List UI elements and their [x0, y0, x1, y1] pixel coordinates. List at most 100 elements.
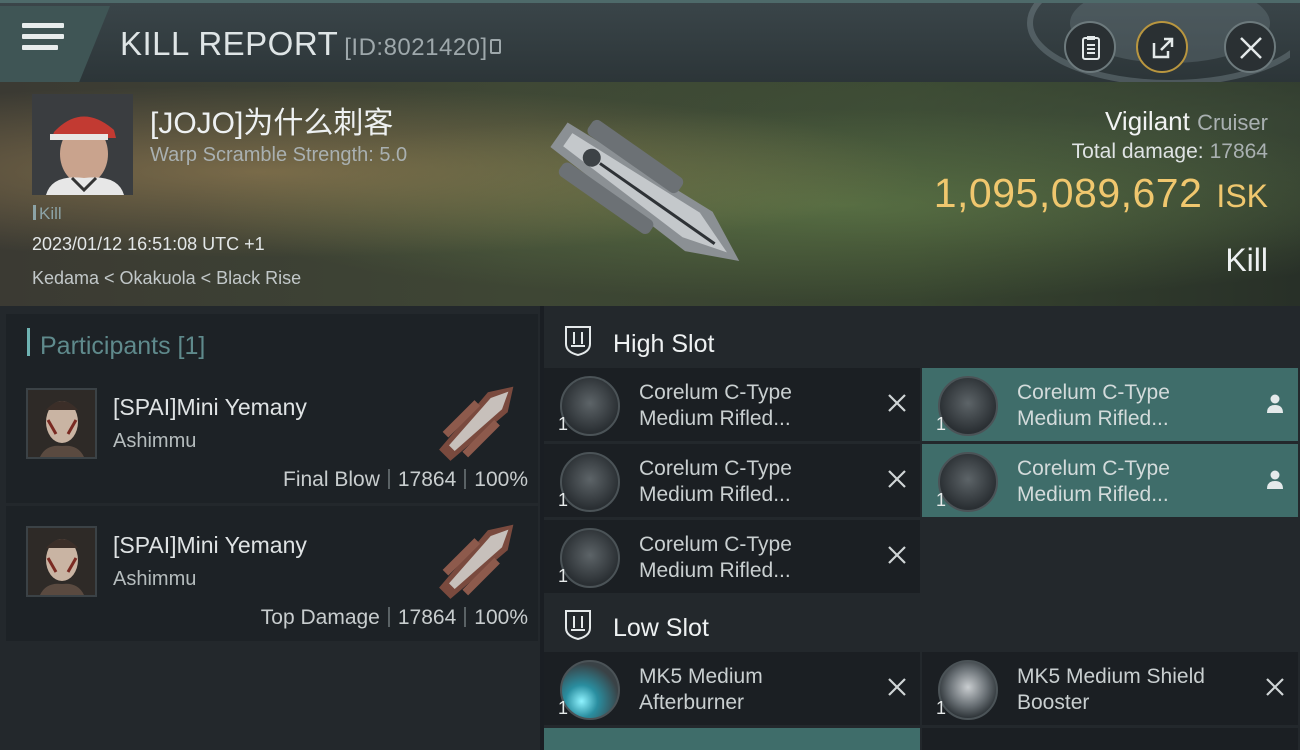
- destroyed-icon: [888, 470, 906, 488]
- module-name: MK5 Medium Shield Booster: [1017, 665, 1205, 714]
- top-bar: KILL REPORT [ID:8021420]: [0, 0, 1300, 85]
- module-qty: 1: [936, 414, 947, 434]
- page-title: KILL REPORT [ID:8021420]: [120, 25, 501, 63]
- pilot-portrait-image: [28, 528, 95, 595]
- module-name: MK5 Medium Afterburner: [639, 665, 763, 714]
- low-slot-icon: [565, 610, 591, 640]
- pilot-portrait-image: [32, 94, 133, 195]
- isk-unit: ISK: [1216, 178, 1268, 214]
- total-damage-label: Total damage:: [1071, 140, 1204, 163]
- participants-panel: Participants [1] [SPAI]Mini Yemany Ashim…: [0, 306, 540, 750]
- fitting-panel: High Slot 1 Corelum C-Type Medium Rifled…: [544, 306, 1300, 750]
- kill-datetime: 2023/01/12 16:51:08 UTC +1: [32, 234, 265, 254]
- participant-damage: 17864: [397, 468, 457, 491]
- participant-corp: Ashimmu: [113, 430, 197, 452]
- destroyed-icon: [888, 678, 906, 696]
- participant-role: Top Damage: [260, 606, 380, 629]
- high-slot-icon: [565, 326, 591, 356]
- clipboard-button[interactable]: [1064, 21, 1116, 73]
- module-qty: 1: [936, 490, 947, 510]
- participant-row[interactable]: [SPAI]Mini Yemany Ashimmu Top Damage 1786…: [6, 506, 538, 641]
- participants-header: Participants [1]: [6, 314, 538, 370]
- title-text: KILL REPORT: [120, 25, 339, 62]
- module-name: Corelum C-Type Medium Rifled...: [1017, 381, 1170, 430]
- menu-icon[interactable]: [22, 23, 64, 61]
- victim-name[interactable]: [JOJO]为什么刺客: [150, 98, 393, 142]
- kill-result: Kill: [1225, 242, 1268, 278]
- close-button[interactable]: [1224, 21, 1276, 73]
- participant-corp: Ashimmu: [113, 568, 197, 590]
- high-slot-title: High Slot: [613, 330, 715, 358]
- module-name: Corelum C-Type Medium Rifled...: [639, 457, 792, 506]
- participant-row[interactable]: [SPAI]Mini Yemany Ashimmu Final Blow 1786…: [6, 368, 538, 503]
- low-slot-title: Low Slot: [613, 614, 709, 642]
- participant-percent: 100%: [474, 606, 528, 629]
- kill-tag: Kill: [33, 204, 62, 224]
- shield-booster-icon: [938, 660, 998, 720]
- module-item[interactable]: 1 Corelum C-Type Medium Rifled...: [922, 368, 1298, 441]
- module-qty: 1: [558, 490, 569, 510]
- dropped-person-icon: [1267, 470, 1283, 489]
- warp-scramble-strength: Warp Scramble Strength: 5.0: [150, 144, 408, 166]
- turret-icon: [938, 376, 998, 436]
- turret-icon: [560, 376, 620, 436]
- kill-location[interactable]: Kedama < Okakuola < Black Rise: [32, 268, 301, 289]
- victim-ship-image: [550, 119, 740, 261]
- victim-banner: [JOJO]为什么刺客 Warp Scramble Strength: 5.0 …: [0, 82, 1300, 306]
- participant-percent: 100%: [474, 468, 528, 491]
- participant-stats: Top Damage 17864 100%: [261, 606, 528, 630]
- share-button[interactable]: [1136, 21, 1188, 73]
- participant-ship-image[interactable]: [426, 510, 531, 610]
- module-name: Corelum C-Type Medium Rifled...: [1017, 457, 1170, 506]
- turret-icon: [560, 528, 620, 588]
- total-damage: Total damage: 17864: [1072, 140, 1268, 164]
- module-item[interactable]: 1 Corelum C-Type Medium Rifled...: [544, 444, 920, 517]
- dropped-person-icon: [1267, 394, 1283, 413]
- module-item-partial[interactable]: [544, 728, 920, 750]
- module-item-partial[interactable]: [922, 728, 1298, 750]
- clipboard-icon: [1082, 36, 1100, 60]
- turret-icon: [560, 452, 620, 512]
- module-qty: 1: [558, 698, 569, 718]
- module-qty: 1: [558, 414, 569, 434]
- turret-icon: [938, 452, 998, 512]
- divider: [387, 469, 390, 489]
- participant-ship-image[interactable]: [426, 372, 531, 472]
- accent-bar: [27, 328, 30, 356]
- total-damage-value: 17864: [1209, 140, 1268, 163]
- participant-role: Final Blow: [283, 468, 380, 491]
- destroyed-icon: [888, 394, 906, 412]
- divider: [387, 607, 390, 627]
- module-item[interactable]: 1 Corelum C-Type Medium Rifled...: [922, 444, 1298, 517]
- ship-name[interactable]: Vigilant: [1105, 106, 1190, 136]
- ship-class: Cruiser: [1197, 110, 1268, 135]
- module-qty: 1: [936, 698, 947, 718]
- high-slot-header: High Slot: [544, 310, 1300, 370]
- ship-type: Vigilant Cruiser: [1105, 106, 1268, 137]
- share-icon: [1152, 37, 1174, 59]
- module-item[interactable]: 1 Corelum C-Type Medium Rifled...: [544, 520, 920, 593]
- destroyed-icon: [1266, 678, 1284, 696]
- victim-portrait[interactable]: [32, 94, 133, 195]
- module-item[interactable]: 1 MK5 Medium Afterburner: [544, 652, 920, 725]
- low-slot-header: Low Slot: [544, 594, 1300, 654]
- divider: [464, 607, 467, 627]
- module-item[interactable]: 1 MK5 Medium Shield Booster: [922, 652, 1298, 725]
- isk-amount: 1,095,089,672: [933, 170, 1203, 216]
- module-name: Corelum C-Type Medium Rifled...: [639, 533, 792, 582]
- module-item[interactable]: 1 Corelum C-Type Medium Rifled...: [544, 368, 920, 441]
- isk-value: 1,095,089,672 ISK: [934, 170, 1268, 217]
- divider: [464, 469, 467, 489]
- module-name: Corelum C-Type Medium Rifled...: [639, 381, 792, 430]
- copy-icon[interactable]: [489, 38, 501, 54]
- module-qty: 1: [558, 566, 569, 586]
- close-icon: [1240, 37, 1262, 59]
- participant-stats: Final Blow 17864 100%: [283, 468, 528, 492]
- participant-avatar[interactable]: [26, 526, 97, 597]
- participant-name[interactable]: [SPAI]Mini Yemany: [113, 394, 307, 421]
- pilot-portrait-image: [28, 390, 95, 457]
- participant-name[interactable]: [SPAI]Mini Yemany: [113, 532, 307, 559]
- participant-damage: 17864: [397, 606, 457, 629]
- participant-avatar[interactable]: [26, 388, 97, 459]
- afterburner-icon: [560, 660, 620, 720]
